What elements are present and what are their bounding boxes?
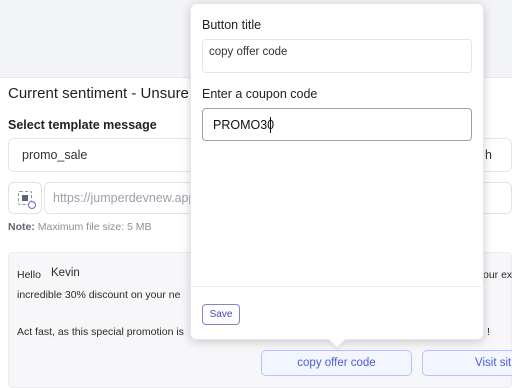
popover-divider [191, 286, 485, 287]
button-edit-popover: Button title copy offer code Enter a cou… [190, 3, 485, 349]
button-title-value: copy offer code [209, 46, 288, 58]
template-selected-value: promo_sale [22, 148, 88, 162]
note-text: Maximum file size: 5 MB [34, 221, 152, 233]
coupon-code-label: Enter a coupon code [202, 87, 318, 101]
template-select-right-text: h [485, 148, 492, 162]
file-size-note: Note: Maximum file size: 5 MB [8, 221, 152, 233]
preview-recipient-name: Kevin [51, 267, 80, 279]
sentiment-status: Current sentiment - Unsure [8, 85, 189, 102]
template-select-label: Select template message [8, 118, 157, 132]
preview-line-1: incredible 30% discount on your ne [17, 289, 181, 301]
preview-line-2: Act fast, as this special promotion is [17, 326, 184, 338]
visit-site-button[interactable]: Visit sit [422, 350, 512, 376]
button-title-label: Button title [202, 18, 262, 32]
attach-media-button[interactable] [8, 182, 42, 214]
note-prefix: Note: [8, 221, 35, 233]
coupon-code-value: PROMO30 [213, 118, 275, 132]
image-upload-icon [18, 191, 36, 209]
preview-line-1-right: our ex [483, 269, 512, 281]
preview-line-2-right: ! [487, 326, 490, 338]
copy-offer-code-button[interactable]: copy offer code [261, 350, 412, 376]
text-caret [270, 117, 271, 133]
button-title-input[interactable]: copy offer code [202, 39, 472, 73]
preview-greeting: Hello [17, 269, 41, 281]
media-url-placeholder: https://jumperdevnew.app [53, 191, 196, 205]
save-button[interactable]: Save [202, 304, 240, 325]
coupon-code-input[interactable]: PROMO30 [202, 108, 472, 141]
